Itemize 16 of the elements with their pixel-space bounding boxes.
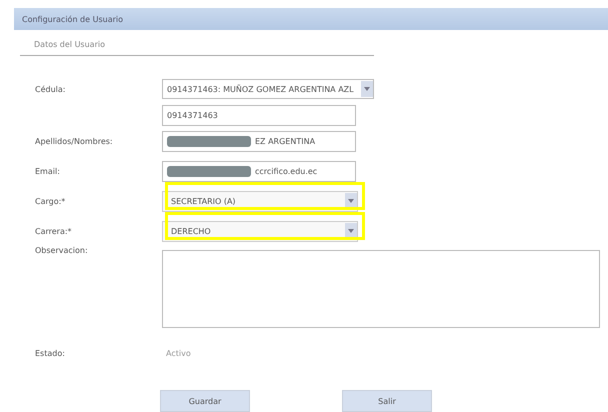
field-label: Carrera:* (35, 226, 72, 236)
combo-box[interactable]: 0914371463: MUÑOZ GOMEZ ARGENTINA AZL (162, 79, 374, 99)
field-label: Apellidos/Nombres: (35, 136, 113, 146)
field-label: Email: (35, 166, 60, 176)
section-title: Datos del Usuario (20, 40, 374, 56)
field-label: Cargo:* (35, 196, 66, 206)
text-field[interactable]: ccrcifico.edu.ec (162, 160, 356, 182)
form-button[interactable]: Salir (342, 390, 432, 412)
text-field[interactable]: 0914371463 (162, 104, 356, 126)
window-title: Configuración de Usuario (22, 14, 124, 24)
text-field[interactable]: EZ ARGENTINA (162, 130, 356, 152)
status-value: Activo (165, 348, 191, 358)
field-label: Observacion: (35, 246, 88, 255)
field-label: Cédula: (35, 84, 66, 94)
field-label: Estado: (35, 348, 65, 358)
form-button[interactable]: Guardar (160, 390, 250, 412)
